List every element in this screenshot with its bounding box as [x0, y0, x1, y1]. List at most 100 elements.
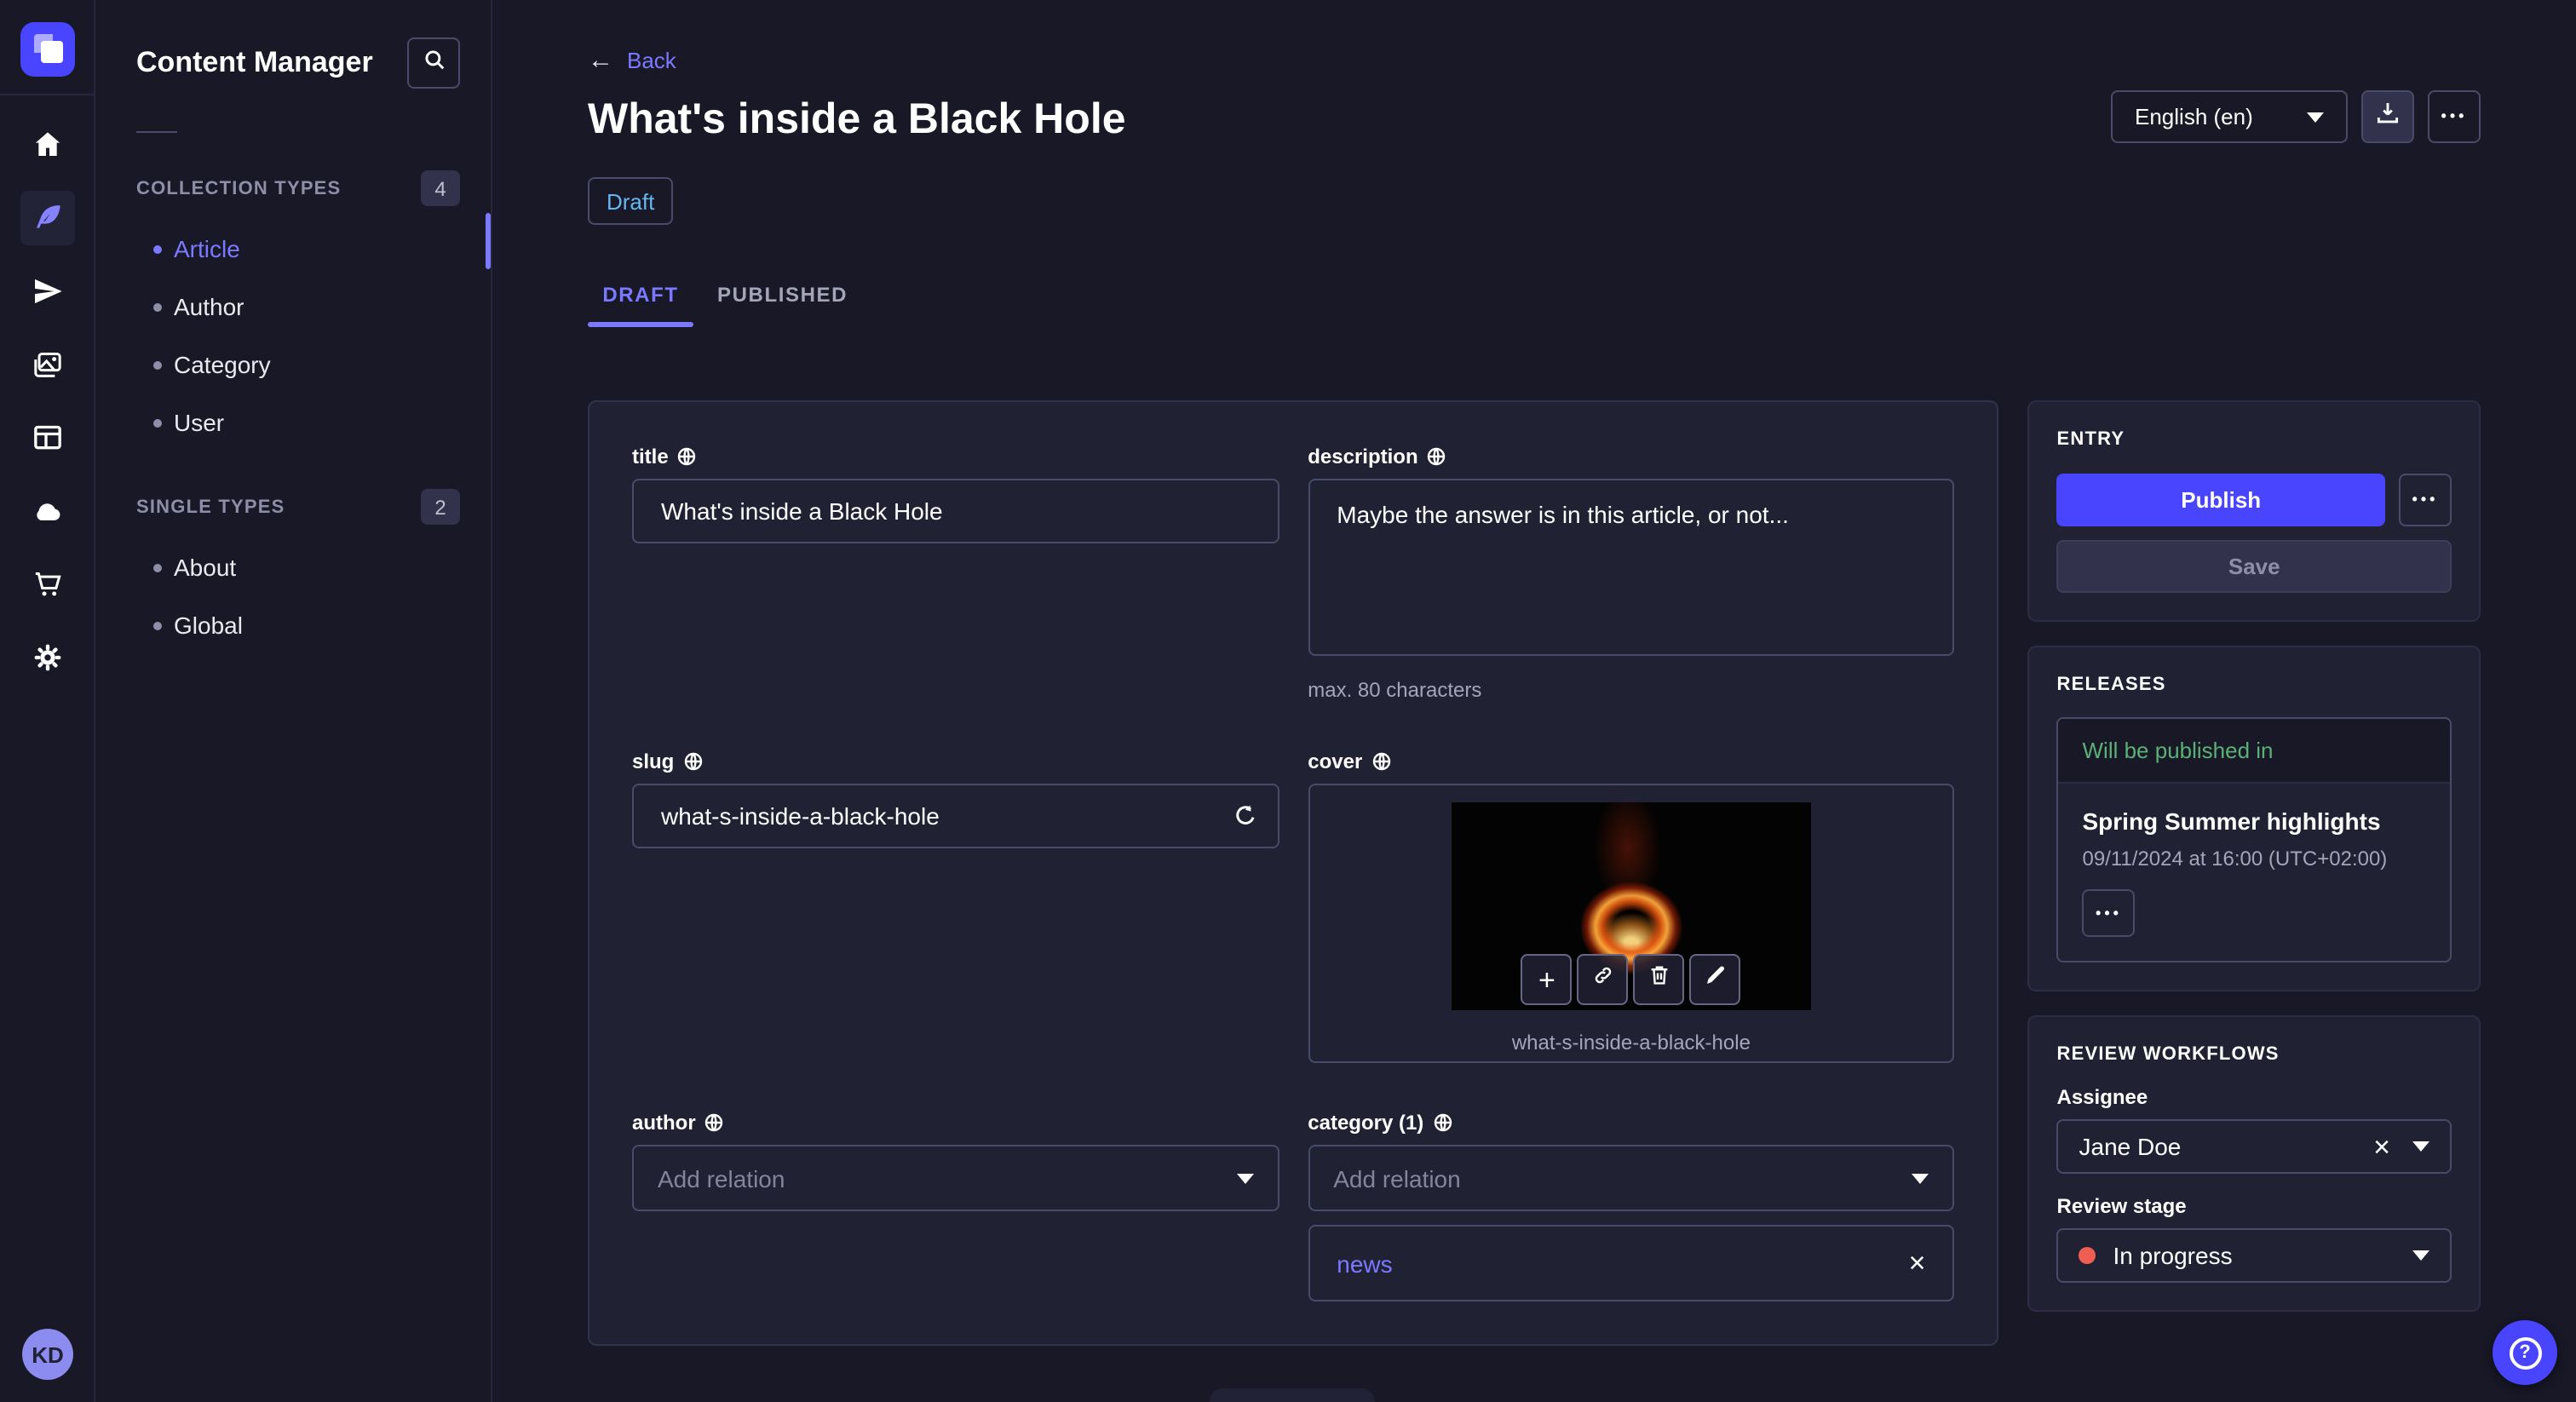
entry-more-button[interactable]: ••• [2399, 474, 2452, 526]
help-icon: ? [2509, 1336, 2541, 1369]
field-slug: slug [632, 750, 1279, 1063]
bullet-dot [153, 360, 162, 369]
section-label-single-types: SINGLE TYPES [136, 497, 285, 517]
slug-input[interactable] [632, 784, 1279, 848]
chevron-down-icon [1236, 1173, 1254, 1183]
pencil-icon [1703, 962, 1728, 997]
strapi-logo[interactable] [20, 22, 74, 77]
tab-published[interactable]: PUBLISHED [714, 266, 851, 324]
field-cover: cover + what-s-inside-a-black-hole [1308, 750, 1955, 1063]
rail-nav [0, 118, 94, 704]
sidebar-title: Content Manager [136, 46, 373, 78]
publish-button[interactable]: Publish [2056, 474, 2385, 526]
stage-status-dot [2079, 1247, 2096, 1264]
bullet-dot [153, 563, 162, 572]
relation-link-news[interactable]: news [1337, 1250, 1392, 1277]
collapsed-section-peek [1210, 1388, 1375, 1402]
releases-panel-title: RELEASES [2056, 675, 2166, 695]
release-name: Spring Summer highlights [2082, 807, 2381, 835]
review-stage-combobox[interactable]: In progress [2056, 1228, 2452, 1283]
trash-icon [1647, 962, 1672, 997]
sidebar-item-global[interactable]: Global [95, 596, 491, 654]
entry-panel: ENTRY Publish ••• Save [2027, 400, 2481, 622]
rail-divider [0, 94, 94, 95]
chevron-down-icon [1912, 1173, 1929, 1183]
active-item-indicator [486, 213, 491, 269]
chevron-down-icon [2412, 1250, 2429, 1261]
sidebar-item-category[interactable]: Category [95, 336, 491, 394]
copy-link-button[interactable] [1577, 954, 1629, 1005]
bullet-dot [153, 244, 162, 253]
help-button[interactable]: ? [2493, 1320, 2557, 1385]
tab-draft[interactable]: DRAFT [588, 266, 693, 327]
field-author: author Add relation [632, 1111, 1279, 1301]
header-more-button[interactable]: ••• [2428, 90, 2481, 143]
category-relation-combobox[interactable]: Add relation [1308, 1145, 1955, 1211]
bullet-dot [153, 418, 162, 427]
locale-select[interactable]: English (en) [2111, 90, 2348, 143]
bullet-dot [153, 621, 162, 629]
globe-icon [1371, 751, 1391, 772]
settings-nav-button[interactable] [20, 630, 74, 685]
cover-toolbar: + [1521, 954, 1741, 1005]
cover-media-card: + what-s-inside-a-black-hole [1308, 784, 1955, 1063]
cloud-nav-button[interactable] [20, 484, 74, 538]
assignee-combobox[interactable]: Jane Doe × [2056, 1119, 2452, 1174]
content-manager-nav-button[interactable] [20, 191, 74, 245]
cloud-icon [30, 494, 64, 528]
globe-icon [682, 751, 703, 772]
releases-nav-button[interactable] [20, 264, 74, 319]
app-root: KD Content Manager COLLECTION TYPES 4 Ar… [0, 0, 2576, 1402]
author-relation-combobox[interactable]: Add relation [632, 1145, 1279, 1211]
marketplace-nav-button[interactable] [20, 557, 74, 612]
media-icon [30, 348, 64, 382]
globe-icon [1427, 446, 1447, 467]
globe-icon [704, 1112, 725, 1133]
back-link[interactable]: Back [627, 48, 676, 73]
release-more-button[interactable]: ••• [2082, 889, 2136, 937]
home-nav-button[interactable] [20, 118, 74, 172]
globe-icon [1432, 1112, 1452, 1133]
sidebar-item-article[interactable]: Article [95, 220, 491, 278]
chevron-down-icon [2307, 112, 2324, 122]
gear-icon [30, 641, 64, 675]
globe-icon [677, 446, 698, 467]
version-tabs: DRAFT PUBLISHED [588, 266, 2481, 327]
save-button[interactable]: Save [2056, 540, 2452, 593]
sidebar-item-author[interactable]: Author [95, 278, 491, 336]
add-media-button[interactable]: + [1521, 954, 1573, 1005]
edit-media-button[interactable] [1689, 954, 1741, 1005]
link-icon [1590, 962, 1616, 997]
remove-relation-icon[interactable]: × [1909, 1249, 1926, 1278]
field-category: category (1) Add relation news × [1308, 1111, 1955, 1301]
user-avatar[interactable]: KD [22, 1329, 73, 1380]
media-library-nav-button[interactable] [20, 337, 74, 392]
chevron-down-icon [2412, 1141, 2429, 1152]
content-type-builder-nav-button[interactable] [20, 411, 74, 465]
cover-filename: what-s-inside-a-black-hole [1511, 1031, 1751, 1054]
back-navigation[interactable]: ← Back [588, 0, 2481, 73]
bullet-dot [153, 302, 162, 311]
ellipsis-icon: ••• [2096, 904, 2122, 921]
export-button[interactable] [2361, 90, 2414, 143]
entry-panel-title: ENTRY [2056, 429, 2125, 450]
nav-rail: KD [0, 0, 95, 1402]
search-button[interactable] [407, 37, 460, 89]
paper-plane-icon [30, 274, 64, 308]
review-workflows-panel: REVIEW WORKFLOWS Assignee Jane Doe × Rev… [2027, 1015, 2481, 1312]
sidebar-item-user[interactable]: User [95, 394, 491, 451]
right-panel-column: ENTRY Publish ••• Save RELEASES Will be … [2027, 400, 2481, 1312]
section-label-collection-types: COLLECTION TYPES [136, 178, 342, 198]
delete-media-button[interactable] [1633, 954, 1685, 1005]
release-status: Will be published in [2058, 719, 2450, 784]
title-input[interactable] [632, 479, 1279, 543]
assignee-label: Assignee [2056, 1085, 2148, 1109]
description-textarea[interactable]: Maybe the answer is in this article, or … [1308, 479, 1955, 656]
review-stage-label: Review stage [2056, 1194, 2187, 1218]
cart-icon [30, 567, 64, 601]
main-content: English (en) ••• ← Back What's inside a … [492, 0, 2576, 1402]
header-actions: English (en) ••• [2111, 90, 2481, 143]
clear-assignee-icon[interactable]: × [2373, 1132, 2390, 1161]
collection-types-count-badge: 4 [421, 170, 460, 206]
sidebar-item-about[interactable]: About [95, 538, 491, 596]
